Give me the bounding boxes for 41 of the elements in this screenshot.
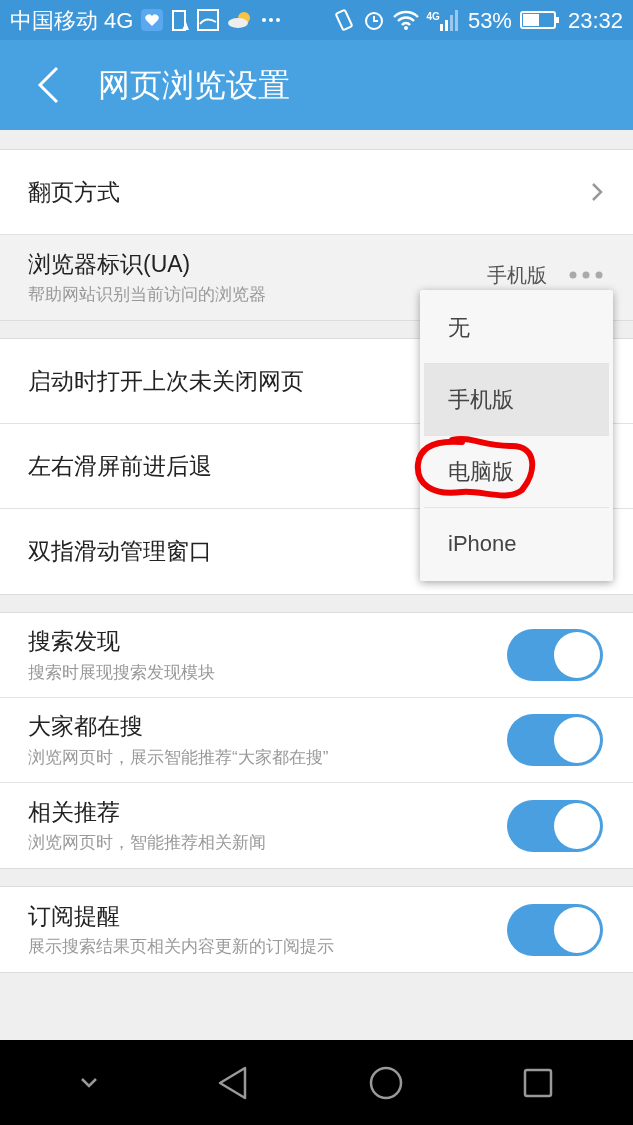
header-title: 网页浏览设置 [98, 66, 290, 105]
wifi-icon [392, 10, 419, 30]
toggle-switch[interactable] [507, 799, 603, 852]
row-title: 启动时打开上次未关闭网页 [28, 366, 304, 396]
signal-icon [439, 9, 460, 31]
row-subtitle: 搜索时展现搜索发现模块 [28, 661, 215, 683]
toggle-switch[interactable] [507, 714, 603, 766]
carrier-text: 中国移动 4G [10, 6, 134, 35]
chevron-right-icon [591, 182, 603, 202]
row-title: 大家都在搜 [28, 712, 143, 741]
more-icon[interactable] [569, 271, 603, 279]
row-subtitle: 浏览网页时，智能推荐相关新闻 [28, 832, 266, 854]
row-title: 左右滑屏前进后退 [28, 451, 212, 481]
network-text: 4G [426, 10, 440, 24]
battery-text: 53% [467, 6, 512, 35]
row-title: 浏览器标识(UA) [28, 249, 191, 279]
row-title: 翻页方式 [28, 177, 120, 207]
row-subtitle: 展示搜索结果页相关内容更新的订阅提示 [28, 936, 334, 958]
row-subtitle: 浏览网页时，展示智能推荐“大家都在搜” [28, 746, 329, 768]
row-subtitle: 帮助网站识别当前访问的浏览器 [28, 284, 266, 306]
more-icon [261, 17, 282, 23]
alarm-icon [362, 9, 385, 31]
recents-icon[interactable] [522, 1067, 553, 1098]
row-title: 订阅提醒 [28, 901, 120, 931]
image-icon [197, 9, 220, 31]
chevron-down-icon[interactable] [80, 1076, 99, 1089]
row-title: 相关推荐 [28, 797, 120, 827]
back-icon[interactable] [218, 1065, 249, 1100]
vibrate-icon [332, 8, 355, 32]
time-text: 23:32 [567, 6, 623, 35]
row-title: 搜索发现 [28, 627, 120, 656]
toggle-switch[interactable] [507, 629, 603, 681]
menu-item[interactable]: 手机版 [424, 364, 609, 435]
menu-item[interactable]: iPhone [424, 508, 609, 579]
menu-item[interactable]: 电脑版 [424, 436, 609, 507]
row-value: 手机版 [487, 263, 547, 288]
battery-warning-icon [171, 8, 190, 32]
battery-icon [519, 10, 560, 30]
home-icon[interactable] [368, 1065, 403, 1100]
row-title: 双指滑动管理窗口 [28, 537, 212, 566]
toggle-switch[interactable] [507, 903, 603, 956]
